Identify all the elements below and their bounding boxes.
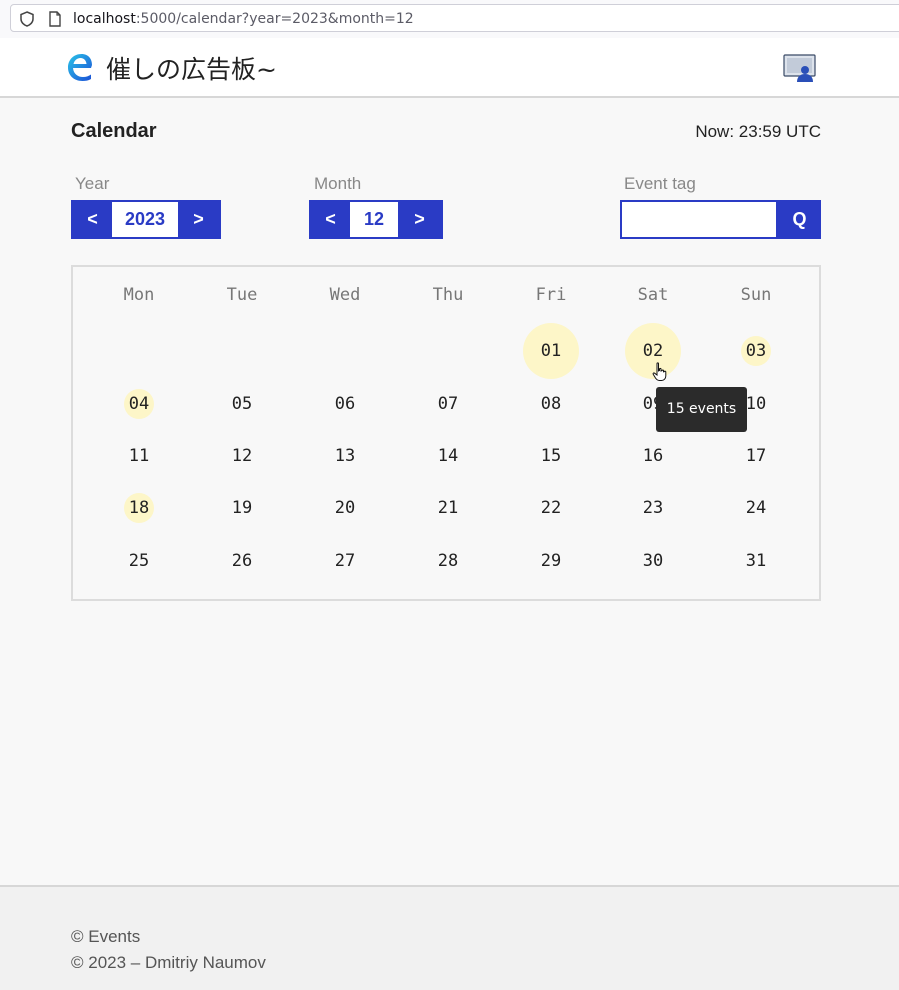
calendar-day[interactable]: 05 <box>212 392 272 416</box>
next-year-button[interactable]: > <box>178 202 219 237</box>
calendar-day[interactable]: 23 <box>623 496 683 520</box>
calendar-day[interactable]: 25 <box>109 549 169 573</box>
calendar-day[interactable]: 22 <box>521 496 581 520</box>
url-text[interactable]: localhost:5000/calendar?year=2023&month=… <box>73 11 414 27</box>
search-button[interactable]: Q <box>778 200 821 239</box>
event-tag-label: Event tag <box>624 174 696 193</box>
calendar-day[interactable]: 17 <box>726 444 786 468</box>
calendar-day[interactable]: 21 <box>418 496 478 520</box>
month-stepper: < 12 > <box>309 200 443 239</box>
calendar-day[interactable]: 02 <box>623 339 683 363</box>
calendar-day[interactable]: 18 <box>109 496 169 520</box>
current-time: Now: 23:59 UTC <box>695 122 821 141</box>
calendar-day[interactable]: 30 <box>623 549 683 573</box>
page-icon <box>49 11 61 27</box>
calendar-day[interactable]: 11 <box>109 444 169 468</box>
site-header: 催しの広告板~ <box>0 38 899 98</box>
calendar-day[interactable]: 29 <box>521 549 581 573</box>
events-tooltip: 15 events <box>656 387 747 432</box>
calendar-day[interactable]: 20 <box>315 496 375 520</box>
calendar-day[interactable]: 28 <box>418 549 478 573</box>
year-label: Year <box>75 174 110 193</box>
shield-icon[interactable] <box>19 11 35 27</box>
calendar-day[interactable]: 24 <box>726 496 786 520</box>
calendar-day[interactable]: 01 <box>521 339 581 363</box>
year-value: 2023 <box>112 202 178 237</box>
edge-logo-icon[interactable] <box>66 52 94 82</box>
weekday-header: Thu <box>432 285 464 305</box>
calendar-day[interactable]: 15 <box>521 444 581 468</box>
profile-icon[interactable] <box>783 54 816 82</box>
calendar-day[interactable]: 04 <box>109 392 169 416</box>
weekday-header: Sat <box>637 285 669 305</box>
site-brand[interactable]: 催しの広告板~ <box>106 50 277 86</box>
event-tag-search: Q <box>620 200 821 239</box>
url-host: localhost <box>73 11 136 27</box>
calendar-day[interactable]: 07 <box>418 392 478 416</box>
calendar-day[interactable]: 08 <box>521 392 581 416</box>
footer-events: © Events <box>71 927 141 946</box>
footer-copyright: © 2023 – Dmitriy Naumov <box>71 953 266 972</box>
calendar-day[interactable]: 12 <box>212 444 272 468</box>
weekday-header: Mon <box>123 285 155 305</box>
calendar-day[interactable]: 16 <box>623 444 683 468</box>
weekday-header: Wed <box>329 285 361 305</box>
browser-toolbar: localhost:5000/calendar?year=2023&month=… <box>0 0 899 38</box>
calendar-grid: Mon Tue Wed Thu Fri Sat Sun 01 02 03 04 05 06 07 08 09 1… <box>71 265 821 601</box>
calendar-day[interactable]: 26 <box>212 549 272 573</box>
address-bar[interactable]: localhost:5000/calendar?year=2023&month=… <box>10 4 899 32</box>
site-footer: © Events © 2023 – Dmitriy Naumov <box>0 885 899 990</box>
weekday-header: Sun <box>740 285 772 305</box>
hand-cursor-icon <box>652 362 667 381</box>
next-month-button[interactable]: > <box>398 202 441 237</box>
month-value: 12 <box>350 202 398 237</box>
calendar-day[interactable]: 27 <box>315 549 375 573</box>
event-tag-input[interactable] <box>622 202 776 237</box>
prev-month-button[interactable]: < <box>311 202 350 237</box>
calendar-day[interactable]: 14 <box>418 444 478 468</box>
calendar-day[interactable]: 06 <box>315 392 375 416</box>
year-stepper: < 2023 > <box>71 200 221 239</box>
weekday-header: Tue <box>226 285 258 305</box>
calendar-day[interactable]: 31 <box>726 549 786 573</box>
calendar-day[interactable]: 13 <box>315 444 375 468</box>
url-path: :5000/calendar?year=2023&month=12 <box>135 11 414 27</box>
page-title: Calendar <box>71 120 157 142</box>
month-label: Month <box>314 174 362 193</box>
prev-year-button[interactable]: < <box>73 202 112 237</box>
calendar-day[interactable]: 19 <box>212 496 272 520</box>
calendar-day[interactable]: 03 <box>726 339 786 363</box>
weekday-header: Fri <box>535 285 567 305</box>
